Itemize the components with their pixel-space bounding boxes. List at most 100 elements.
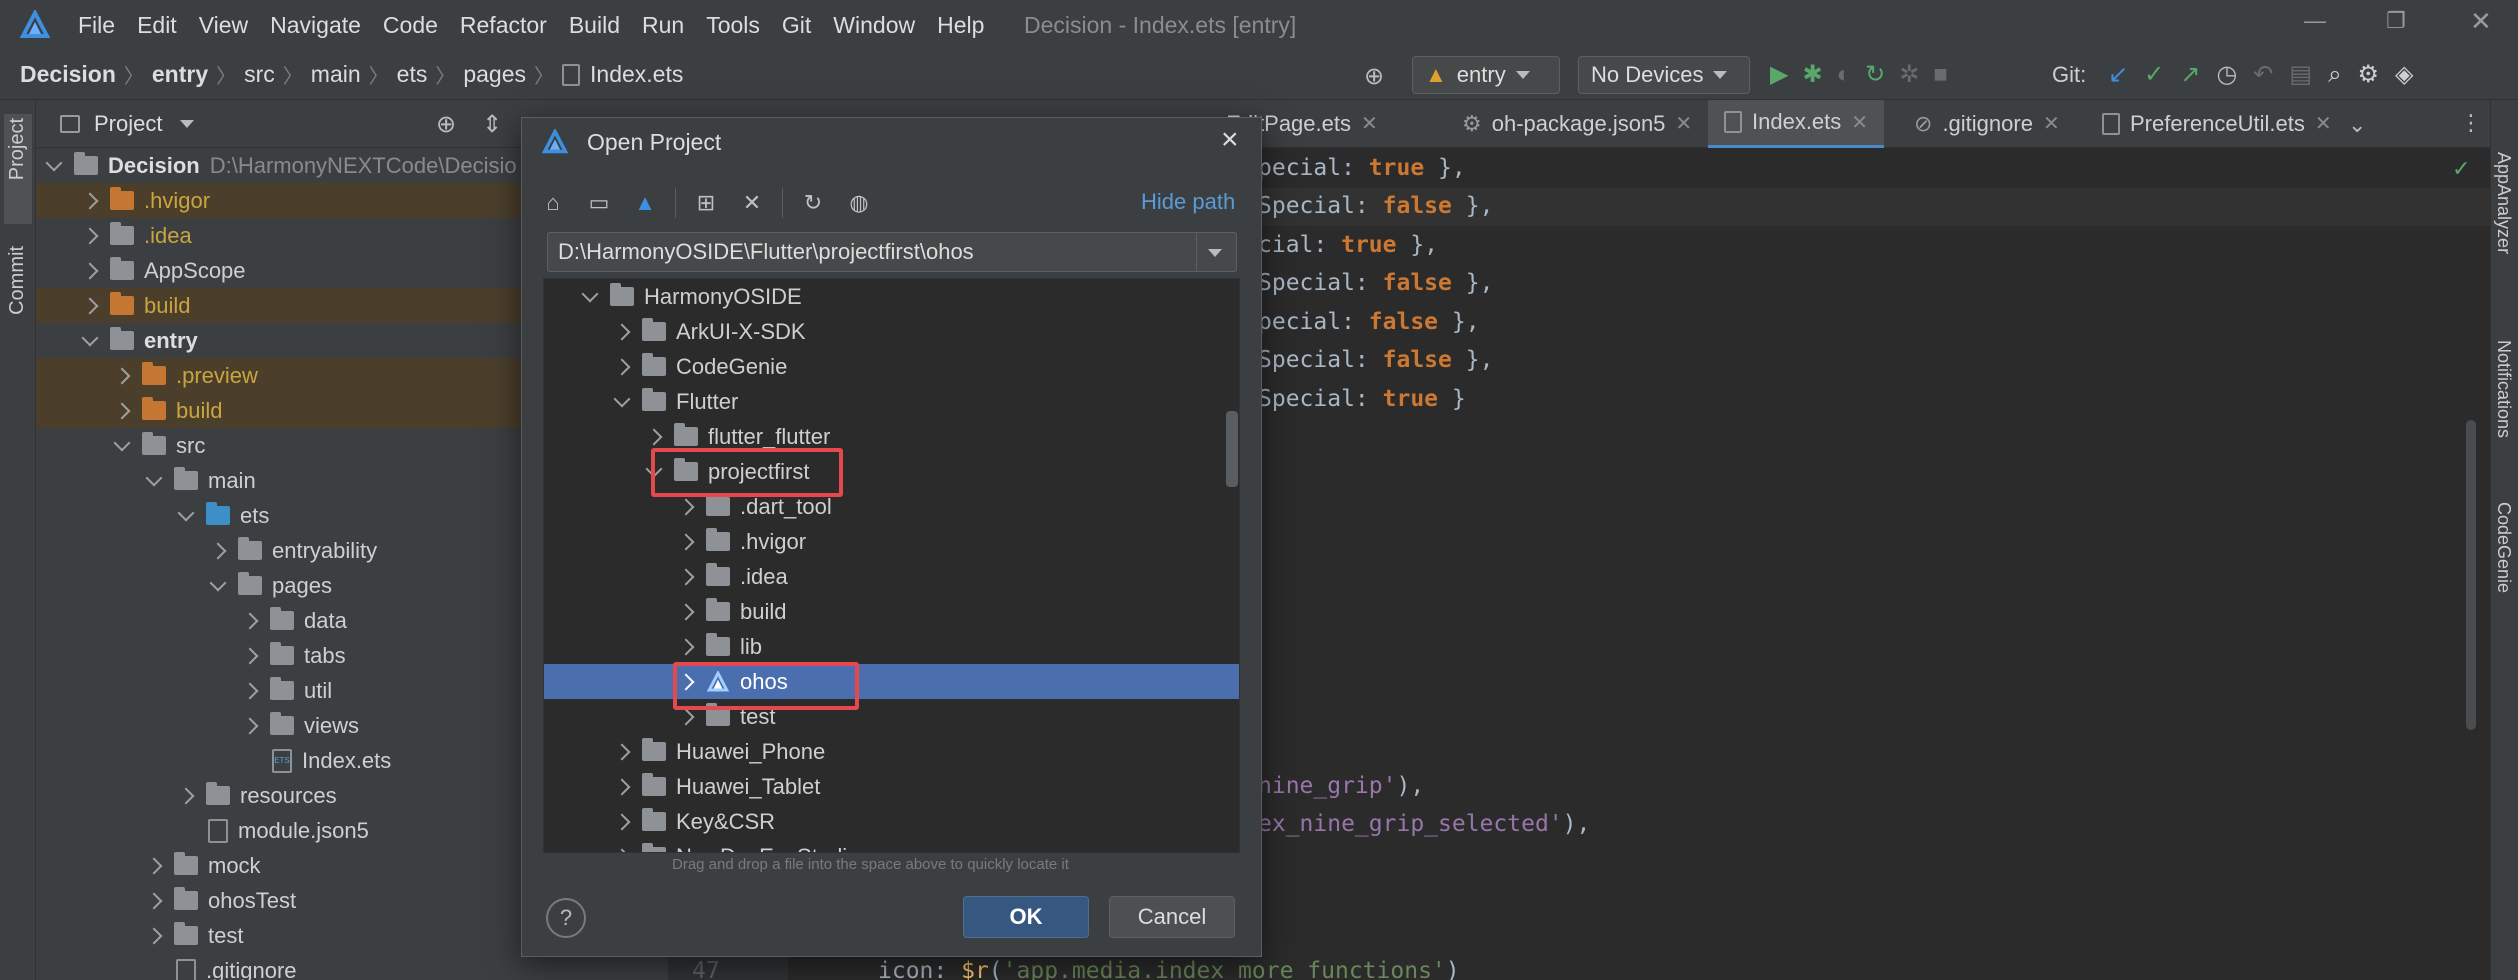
close-window-icon[interactable]: ✕ [2470, 6, 2492, 37]
dialog-tree-row[interactable]: Key&CSR [544, 804, 1239, 839]
folder-icon [110, 187, 134, 210]
dialog-title-bar: Open Project × [521, 117, 1262, 167]
ok-button[interactable]: OK [963, 896, 1089, 938]
desktop-icon[interactable]: ▭ [583, 187, 615, 219]
dialog-tree-row[interactable]: build [544, 594, 1239, 629]
dialog-tree-row[interactable]: test [544, 699, 1239, 734]
menu-help[interactable]: Help [937, 12, 984, 39]
breadcrumb-item[interactable]: entry [152, 61, 208, 88]
breadcrumb-item[interactable]: Decision [20, 61, 116, 88]
menu-refactor[interactable]: Refactor [460, 12, 547, 39]
menu-view[interactable]: View [199, 12, 248, 39]
run-config-select[interactable]: ▲ entry [1412, 56, 1560, 94]
dialog-tree-row[interactable]: Flutter [544, 384, 1239, 419]
git-commit-icon[interactable]: ✓ [2144, 60, 2164, 89]
breadcrumb-item[interactable]: Index.ets [590, 61, 683, 88]
menu-edit[interactable]: Edit [137, 12, 177, 39]
tree-label: .hvigor [144, 187, 211, 213]
more-icon[interactable]: ⋮ [2460, 110, 2482, 136]
close-tab-icon[interactable]: ✕ [1361, 111, 1378, 136]
editor-tab[interactable]: ⊘ .gitignore ✕ [1898, 100, 2076, 148]
source-folder-icon [206, 502, 230, 525]
editor-tab[interactable]: ⚙ oh-package.json5 ✕ [1446, 100, 1708, 148]
notifications-tool-tab[interactable]: Notifications [2493, 340, 2514, 438]
dialog-tree-row[interactable]: lib [544, 629, 1239, 664]
editor-tab-active[interactable]: Index.ets ✕ [1708, 99, 1885, 148]
minimize-icon[interactable]: — [2304, 8, 2326, 34]
git-push-icon[interactable]: ↗ [2180, 60, 2200, 89]
tree-row[interactable]: .gitignore [36, 953, 668, 980]
restore-icon[interactable]: ❐ [2386, 8, 2406, 34]
dialog-tree-row[interactable]: CodeGenie [544, 349, 1239, 384]
appanalyzer-tool-tab[interactable]: AppAnalyzer [2493, 152, 2514, 254]
breadcrumb-item[interactable]: src [244, 61, 275, 88]
hide-path-link[interactable]: Hide path [1141, 189, 1235, 215]
home-icon[interactable]: ⌂ [537, 187, 569, 219]
delete-icon[interactable]: ✕ [736, 187, 768, 219]
dialog-tree-row[interactable]: flutter_flutter [544, 419, 1239, 454]
menu-build[interactable]: Build [569, 12, 620, 39]
menu-git[interactable]: Git [782, 12, 811, 39]
breadcrumb-item[interactable]: pages [463, 61, 526, 88]
project-view-select[interactable]: Project [94, 111, 162, 137]
gear-icon[interactable]: ⚙ [2358, 60, 2380, 89]
device-select[interactable]: No Devices [1578, 56, 1750, 94]
rerun-icon[interactable]: ↻ [1865, 60, 1885, 89]
close-tab-icon[interactable]: ✕ [1851, 110, 1868, 135]
editor-scrollbar[interactable] [2466, 420, 2476, 730]
menu-tools[interactable]: Tools [706, 12, 760, 39]
path-input[interactable]: D:\HarmonyOSIDE\Flutter\projectfirst\oho… [547, 232, 1237, 272]
menu-navigate[interactable]: Navigate [270, 12, 361, 39]
close-tab-icon[interactable]: ✕ [2315, 111, 2332, 136]
rollback-icon[interactable]: ↶ [2253, 60, 2273, 89]
run-icon[interactable]: ▶ [1770, 60, 1788, 89]
dialog-tree-row[interactable]: NewDevEcoStudio [544, 839, 1239, 852]
project-structure-icon[interactable]: ▤ [2289, 60, 2312, 89]
close-tab-icon[interactable]: ✕ [2043, 111, 2060, 136]
commit-tool-tab[interactable]: Commit [6, 246, 29, 315]
locate-icon[interactable]: ⊕ [436, 110, 456, 139]
chevron-right-icon [209, 542, 227, 559]
git-update-icon[interactable]: ↙ [2108, 60, 2128, 89]
new-folder-icon[interactable]: ⊞ [690, 187, 722, 219]
dialog-tree-row[interactable]: .dart_tool [544, 489, 1239, 524]
codegenie-tool-tab[interactable]: CodeGenie [2493, 502, 2514, 593]
editor-tab[interactable]: PreferenceUtil.ets ✕ [2086, 100, 2348, 148]
attach-debugger-icon[interactable]: ✲ [1899, 60, 1919, 89]
codegenie-icon[interactable]: ◈ [2395, 60, 2413, 89]
collapse-all-icon[interactable]: ⇕ [482, 110, 502, 139]
history-icon[interactable]: ◷ [2216, 60, 2237, 89]
menu-run[interactable]: Run [642, 12, 684, 39]
project-home-icon[interactable]: ▲ [629, 187, 661, 219]
dialog-tree-row[interactable]: HarmonyOSIDE [544, 279, 1239, 314]
dialog-tree-row[interactable]: Huawei_Phone [544, 734, 1239, 769]
breadcrumb-item[interactable]: main [311, 61, 361, 88]
dialog-tree-row-selected[interactable]: ohos [544, 664, 1239, 699]
menu-file[interactable]: File [78, 12, 115, 39]
refresh-icon[interactable]: ↻ [797, 187, 829, 219]
cancel-button[interactable]: Cancel [1109, 896, 1235, 938]
dialog-tree-row[interactable]: projectfirst [544, 454, 1239, 489]
chevron-down-icon[interactable]: ⌄ [2348, 112, 2366, 138]
chevron-down-icon[interactable] [180, 119, 195, 128]
close-tab-icon[interactable]: ✕ [1675, 111, 1692, 136]
breadcrumb-item[interactable]: ets [397, 61, 428, 88]
dialog-tree-row[interactable]: .hvigor [544, 524, 1239, 559]
show-hidden-icon[interactable]: ◍ [843, 187, 875, 219]
dialog-tree-row[interactable]: Huawei_Tablet [544, 769, 1239, 804]
target-icon[interactable]: ⊕ [1364, 62, 1384, 91]
stop-icon[interactable]: ■ [1933, 61, 1948, 89]
menu-code[interactable]: Code [383, 12, 438, 39]
close-dialog-icon[interactable]: × [1221, 123, 1239, 157]
menu-window[interactable]: Window [833, 12, 915, 39]
chevron-down-icon[interactable] [1208, 249, 1222, 257]
profile-icon[interactable]: ◐ [1837, 61, 1852, 89]
search-icon[interactable]: ⌕ [2328, 61, 2341, 89]
dialog-tree-row[interactable]: ArkUI-X-SDK [544, 314, 1239, 349]
dialog-tree-row[interactable]: .idea [544, 559, 1239, 594]
help-button[interactable]: ? [546, 898, 586, 938]
code-line: icon: $r('app.media.index_more_functions… [878, 958, 1460, 980]
dialog-tree-scrollbar[interactable] [1226, 411, 1238, 487]
project-tool-tab[interactable]: Project [6, 118, 29, 180]
debug-icon[interactable]: ✱ [1802, 60, 1822, 89]
